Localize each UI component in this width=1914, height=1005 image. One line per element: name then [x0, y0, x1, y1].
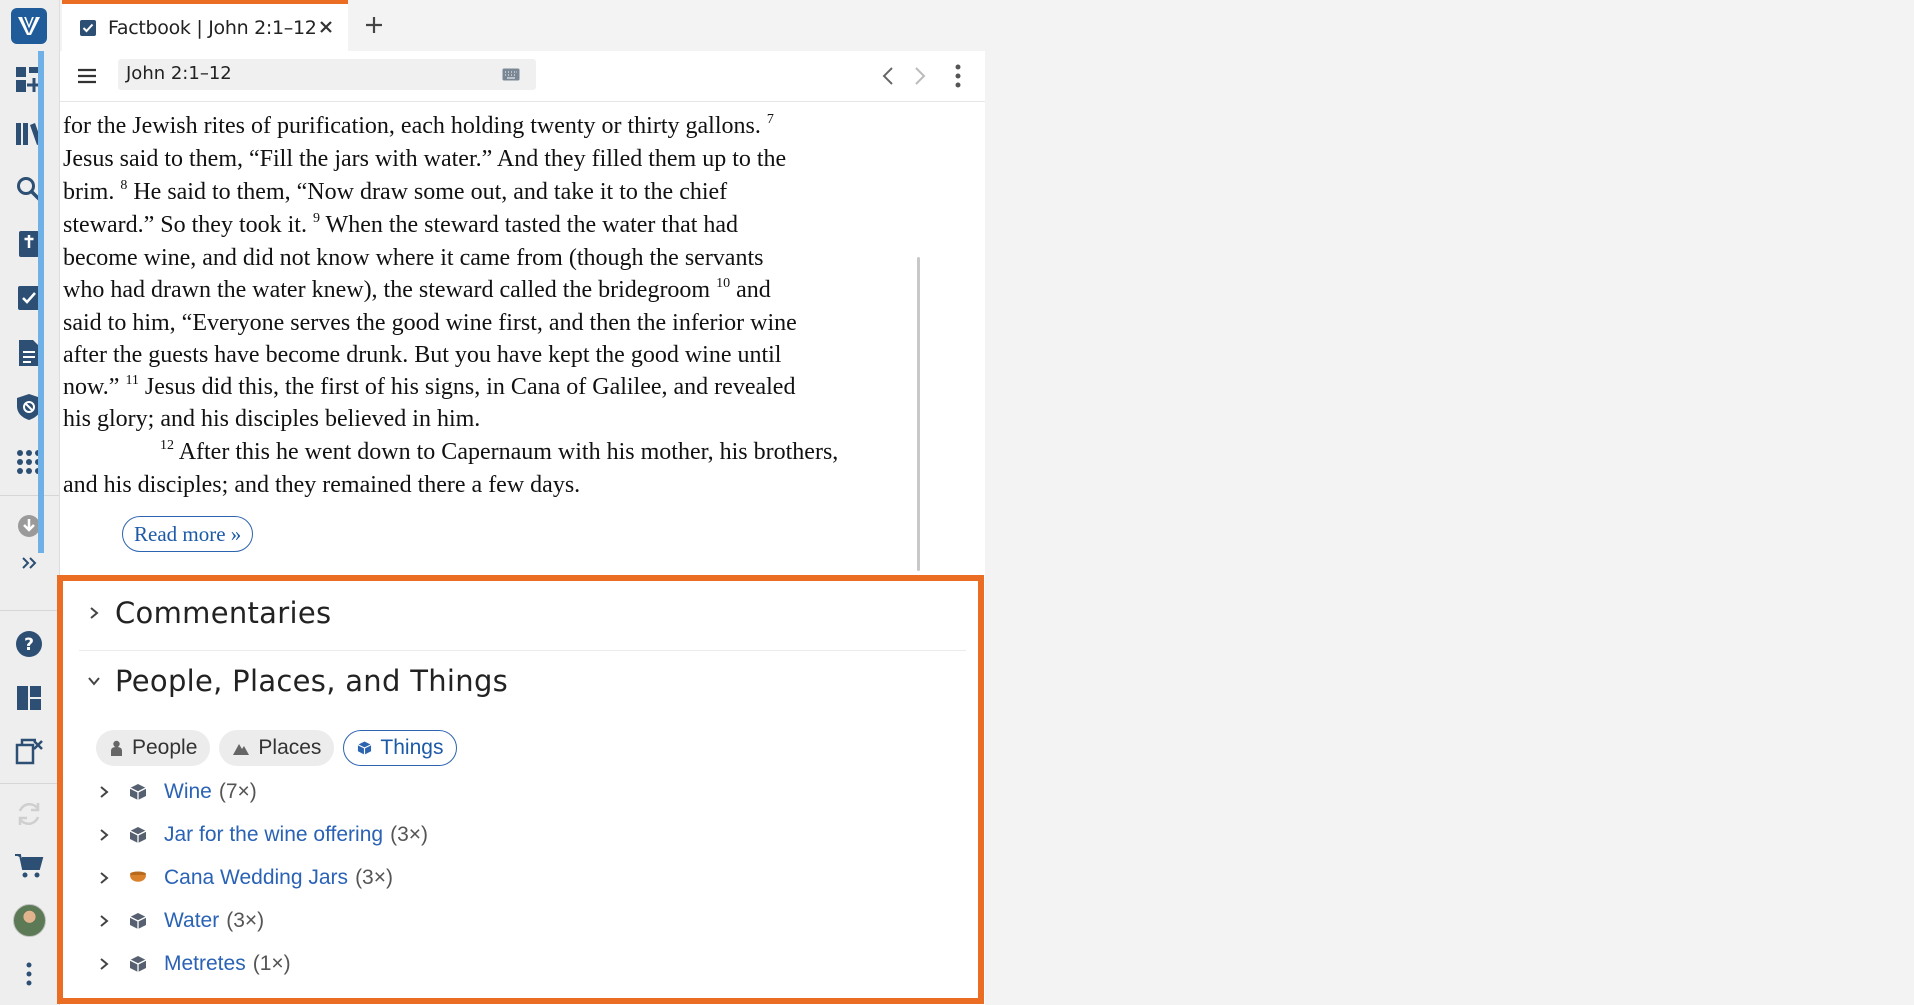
pot-icon: [130, 871, 146, 882]
read-more-button[interactable]: Read more »: [122, 516, 254, 552]
chevron-right-icon[interactable]: [96, 956, 112, 972]
tab-factbook[interactable]: Factbook | John 2:1–12: [62, 0, 348, 51]
help-icon[interactable]: ?: [13, 628, 45, 660]
reference-input[interactable]: John 2:1–12: [118, 59, 536, 90]
scripture-line: and his disciples; and they remained the…: [63, 472, 581, 498]
item-count: (1×): [252, 952, 291, 975]
list-item[interactable]: Water (3×): [96, 909, 264, 933]
list-item[interactable]: Jar for the wine offering (3×): [96, 823, 428, 847]
layout-icon[interactable]: [13, 682, 45, 714]
ppt-header[interactable]: People, Places, and Things: [86, 664, 508, 698]
reference-text: John 2:1–12: [126, 63, 232, 84]
person-icon: [111, 740, 122, 756]
item-label[interactable]: Water: [164, 909, 219, 933]
item-label[interactable]: Wine: [164, 780, 212, 804]
logos-logo-icon[interactable]: [11, 8, 47, 44]
quote-bar: [38, 51, 44, 553]
panel-toolbar: John 2:1–12: [60, 51, 985, 102]
chevron-right-icon[interactable]: [96, 827, 112, 843]
item-count: (3×): [226, 909, 265, 932]
forward-arrow-icon[interactable]: [908, 64, 930, 88]
scripture-line: who had drawn the water knew), the stewa…: [63, 276, 771, 303]
cube-icon: [129, 913, 147, 929]
item-label[interactable]: Metretes: [164, 952, 246, 976]
list-item[interactable]: Cana Wedding Jars (3×): [96, 866, 393, 890]
more-vertical-icon[interactable]: [13, 958, 45, 990]
app-sidebar: ?: [0, 0, 60, 1005]
cube-icon: [129, 956, 147, 972]
rail-divider: [0, 783, 59, 784]
chip-things[interactable]: Things: [343, 730, 458, 766]
mountain-icon: [233, 744, 250, 755]
cart-icon[interactable]: [13, 850, 45, 882]
section-divider: [79, 650, 966, 651]
back-arrow-icon[interactable]: [878, 64, 900, 88]
item-count: (3×): [355, 866, 393, 889]
close-panels-icon[interactable]: [13, 735, 45, 767]
cube-icon: [358, 741, 372, 755]
svg-text:?: ?: [24, 635, 34, 655]
more-vertical-icon[interactable]: [949, 63, 967, 89]
scripture-line: become wine, and did not know where it c…: [63, 245, 764, 271]
sync-icon[interactable]: [13, 798, 45, 830]
item-count: (3×): [390, 823, 429, 846]
commentaries-title: Commentaries: [115, 596, 332, 630]
chevron-right-icon: [90, 607, 99, 619]
scripture-line: after the guests have become drunk. But …: [63, 342, 782, 368]
cube-icon: [129, 827, 147, 843]
rail-divider: [0, 495, 59, 496]
people-places-things-region: Commentaries People, Places, and Things …: [57, 575, 984, 1004]
tab-title: Factbook | John 2:1–12: [108, 16, 317, 39]
scripture-line: for the Jewish rites of purification, ea…: [63, 112, 774, 139]
list-item[interactable]: Wine (7×): [96, 780, 257, 804]
scripture-line: 12 After this he went down to Capernaum …: [160, 438, 839, 465]
list-item[interactable]: Metretes (1×): [96, 952, 291, 976]
item-label[interactable]: Cana Wedding Jars: [164, 866, 348, 890]
chevron-right-icon[interactable]: [96, 913, 112, 929]
add-tab-icon[interactable]: [362, 13, 386, 37]
chevron-right-icon[interactable]: [96, 870, 112, 886]
chevron-down-icon: [88, 677, 100, 686]
filter-chips: People Places Things: [96, 730, 458, 766]
rail-divider: [0, 610, 59, 611]
chevron-right-icon[interactable]: [96, 784, 112, 800]
keyboard-icon[interactable]: [502, 68, 520, 81]
item-label[interactable]: Jar for the wine offering: [164, 823, 383, 847]
chip-label: Places: [258, 736, 322, 759]
chip-places[interactable]: Places: [219, 730, 335, 766]
scripture-line: now.” 11 Jesus did this, the first of hi…: [63, 373, 796, 400]
scripture-line: his glory; and his disciples believed in…: [63, 406, 481, 432]
hamburger-menu-icon[interactable]: [76, 65, 98, 87]
chip-label: Things: [380, 736, 444, 759]
scrollbar[interactable]: [917, 257, 920, 571]
chip-label: People: [132, 736, 198, 759]
item-count: (7×): [218, 780, 257, 803]
ppt-title: People, Places, and Things: [115, 664, 509, 698]
user-avatar[interactable]: [13, 904, 46, 937]
scripture-line: Jesus said to them, “Fill the jars with …: [63, 146, 787, 172]
factbook-icon: [80, 19, 96, 36]
scripture-line: steward.” So they took it. 9 When the st…: [63, 211, 739, 238]
scripture-line: said to him, “Everyone serves the good w…: [63, 310, 797, 336]
chip-people[interactable]: People: [96, 730, 211, 766]
scripture-line: brim. 8 He said to them, “Now draw some …: [63, 178, 728, 205]
commentaries-header[interactable]: Commentaries: [86, 596, 331, 630]
cube-icon: [129, 784, 147, 800]
close-icon[interactable]: [316, 17, 336, 37]
